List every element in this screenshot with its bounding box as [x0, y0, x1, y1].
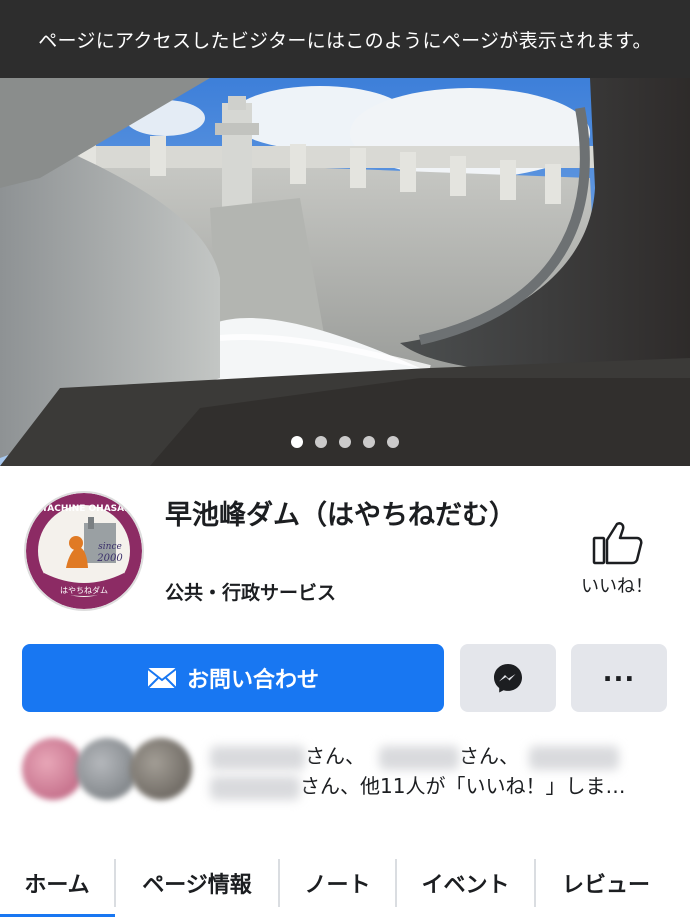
- thumbs-up-icon: [592, 522, 643, 565]
- page-tabs: ホーム ページ情報 ノート イベント レビュー: [0, 848, 690, 917]
- friends-like-line-1: さん、 さん、: [210, 741, 680, 771]
- tab-about[interactable]: ページ情報: [116, 858, 280, 907]
- blurred-name: [210, 745, 305, 770]
- contact-button[interactable]: お問い合わせ: [22, 644, 444, 712]
- like-button[interactable]: いいね！: [572, 520, 662, 610]
- friends-like-text[interactable]: さん、 さん、 さん、他11人が「いいね！」しま…: [210, 741, 680, 801]
- dam-logo-icon: HAYACHINE OHASAMA since 2000 はやちねダム: [26, 493, 142, 609]
- logo-year-text: 2000: [96, 553, 123, 564]
- logo-bottom-text: はやちねダム: [60, 585, 108, 595]
- more-dots-icon: ...: [602, 658, 636, 688]
- messenger-icon: [494, 664, 522, 693]
- carousel-dot[interactable]: [387, 436, 399, 448]
- carousel-dots[interactable]: [0, 436, 690, 456]
- friend-suffix: さん、: [300, 774, 360, 798]
- blurred-name: [210, 775, 300, 800]
- cover-photo[interactable]: [0, 78, 690, 466]
- page-category[interactable]: 公共・行政サービス: [165, 578, 336, 605]
- carousel-dot[interactable]: [339, 436, 351, 448]
- more-options-button[interactable]: ...: [571, 644, 667, 712]
- page-title: 早池峰ダム（はやちねだむ）: [165, 500, 516, 531]
- blurred-name: [529, 745, 619, 770]
- logo-top-text: HAYACHINE OHASAMA: [28, 504, 140, 514]
- carousel-dot[interactable]: [315, 436, 327, 448]
- friend-suffix: さん、: [305, 744, 365, 768]
- logo-since-text: since: [98, 542, 122, 552]
- friends-like-line-2: さん、他11人が「いいね！」しま…: [210, 771, 680, 801]
- preview-banner: ページにアクセスしたビジターにはこのようにページが表示されます。: [0, 0, 690, 78]
- friend-suffix: さん、: [459, 744, 519, 768]
- page-avatar[interactable]: HAYACHINE OHASAMA since 2000 はやちねダム: [24, 491, 144, 611]
- tab-events[interactable]: イベント: [397, 858, 536, 907]
- preview-banner-text: ページにアクセスしたビジターにはこのようにページが表示されます。: [38, 29, 652, 52]
- friend-avatars: [22, 738, 202, 804]
- friend-avatar[interactable]: [130, 738, 192, 800]
- tab-notes[interactable]: ノート: [280, 858, 397, 907]
- cover-photo-image: [0, 78, 690, 466]
- contact-button-label: お問い合わせ: [186, 668, 319, 693]
- tab-home[interactable]: ホーム: [0, 858, 116, 907]
- carousel-dot[interactable]: [291, 436, 303, 448]
- envelope-icon: [147, 668, 177, 689]
- friend-avatar[interactable]: [22, 738, 84, 800]
- friend-avatar[interactable]: [76, 738, 138, 800]
- like-button-label: いいね！: [581, 576, 653, 597]
- friends-like-count: 他11人が「いいね！」しま…: [360, 774, 626, 798]
- messenger-button[interactable]: [460, 644, 556, 712]
- carousel-dot[interactable]: [363, 436, 375, 448]
- blurred-name: [379, 745, 459, 770]
- tab-reviews[interactable]: レビュー: [536, 859, 676, 907]
